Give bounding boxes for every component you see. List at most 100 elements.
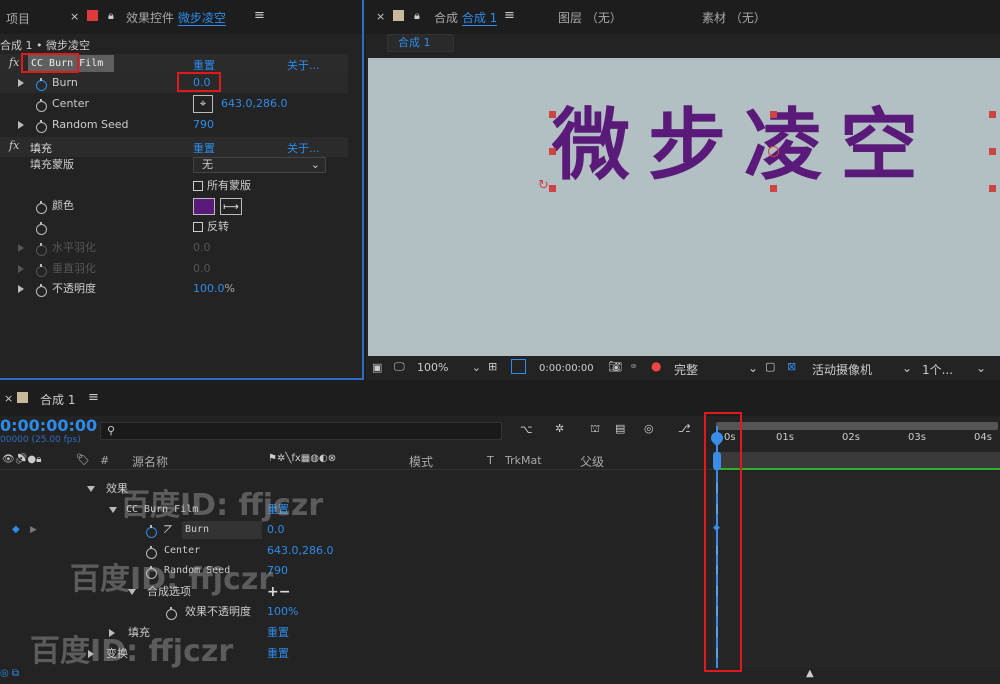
tab-layer[interactable]: 图层 （无） xyxy=(558,9,622,26)
eyedropper-icon[interactable]: ⟼ xyxy=(220,198,242,215)
stopwatch-icon[interactable] xyxy=(36,99,47,112)
expand-triangle[interactable] xyxy=(18,121,24,129)
transparency-grid-icon[interactable]: ⊠ xyxy=(787,360,796,373)
panel-menu-icon[interactable]: ≡ xyxy=(88,390,99,405)
show-snapshot-icon[interactable]: ⚭ xyxy=(629,360,638,373)
stopwatch-icon[interactable] xyxy=(36,201,47,214)
prop-value-center[interactable]: 643.0,286.0 xyxy=(221,94,287,114)
prop-value-opacity[interactable]: 100.0% xyxy=(193,279,235,299)
track-area[interactable] xyxy=(712,472,1000,668)
mask-toggle-icon[interactable] xyxy=(511,359,526,374)
stopwatch-icon[interactable] xyxy=(36,222,47,235)
bbox-handle[interactable] xyxy=(549,111,556,118)
expand-triangle[interactable] xyxy=(18,79,24,87)
about-link-1[interactable]: 关于... xyxy=(287,57,320,73)
timeline-search-input[interactable]: ⚲ xyxy=(100,422,502,440)
col-trkmat[interactable]: TrkMat xyxy=(505,454,542,467)
bbox-handle[interactable] xyxy=(549,148,556,155)
tab-composition[interactable]: 合成 合成 1 xyxy=(434,9,498,26)
color-swatch[interactable] xyxy=(193,198,215,215)
shy-layers-icon[interactable]: ⛫ xyxy=(590,422,600,437)
render-time-icon[interactable]: ◎ xyxy=(0,668,9,679)
tl-reset-transform[interactable]: 重置 xyxy=(267,644,289,664)
comp-subtab[interactable]: 合成 1 xyxy=(387,34,454,52)
bbox-handle[interactable] xyxy=(989,185,996,192)
time-ruler[interactable]: 0s 01s 02s 03s 04s xyxy=(712,418,1000,452)
prop-value-seed[interactable]: 790 xyxy=(193,115,214,135)
stopwatch-icon[interactable] xyxy=(36,78,47,91)
stopwatch-icon[interactable] xyxy=(36,120,47,133)
expand-triangle[interactable] xyxy=(87,486,95,492)
motion-blur-icon[interactable]: ◎ xyxy=(644,422,654,435)
viewer-timecode[interactable]: 0:00:00:00 xyxy=(539,363,594,374)
expand-triangle[interactable] xyxy=(18,244,24,252)
close-icon[interactable]: × xyxy=(4,392,13,405)
close-icon[interactable]: × xyxy=(70,10,79,23)
layer-duration-bar[interactable] xyxy=(714,452,1000,470)
tl-row-center[interactable]: Center 643.0,286.0 xyxy=(0,541,333,561)
color-channel-icon[interactable]: ● xyxy=(651,359,661,373)
all-masks-checkbox[interactable]: 所有蒙版 xyxy=(193,176,251,196)
expand-triangle[interactable] xyxy=(18,285,24,293)
bbox-handle[interactable] xyxy=(549,185,556,192)
tab-footage[interactable]: 素材 （无） xyxy=(702,9,766,26)
bbox-handle[interactable] xyxy=(989,148,996,155)
camera-dropdown[interactable]: 活动摄像机 ⌄ xyxy=(812,361,912,378)
work-area-bar[interactable] xyxy=(716,422,998,430)
bbox-handle[interactable] xyxy=(770,111,777,118)
tab-effect-controls[interactable]: 效果控件 微步凌空 xyxy=(126,9,226,26)
tl-value-center[interactable]: 643.0,286.0 xyxy=(267,541,333,561)
reset-link-1[interactable]: 重置 xyxy=(193,57,215,73)
comp-mini-flowchart-icon[interactable]: ⌥ xyxy=(520,423,533,436)
region-of-interest-icon[interactable]: ▢ xyxy=(765,360,775,373)
expand-triangle[interactable] xyxy=(109,507,117,513)
lock-icon[interactable]: 🔒︎ xyxy=(108,9,114,23)
tab-project[interactable]: 项目 xyxy=(6,10,30,27)
expand-triangle[interactable] xyxy=(18,265,24,273)
views-dropdown[interactable]: 1个... ⌄ xyxy=(922,361,986,378)
bbox-handle[interactable] xyxy=(770,185,777,192)
anchor-point-icon[interactable] xyxy=(768,146,779,157)
about-link-2[interactable]: 关于... xyxy=(287,140,320,156)
zoom-dropdown[interactable]: 100% ⌄ xyxy=(417,361,483,374)
stopwatch-icon[interactable] xyxy=(146,525,157,538)
tl-row-eff-opacity[interactable]: 效果不透明度 100% xyxy=(0,602,298,622)
timeline-timecode[interactable]: 0:00:00:00 xyxy=(0,416,97,435)
snapshot-region-icon[interactable]: ▣ xyxy=(372,361,382,374)
graph-editor-icon[interactable]: ⎇ xyxy=(678,422,691,435)
bbox-handle[interactable] xyxy=(989,111,996,118)
canvas-text-layer[interactable]: 微步凌空 xyxy=(552,98,936,194)
tab-timeline-comp[interactable]: 合成 1 xyxy=(40,391,75,408)
expand-panes-icon[interactable]: ⧉ xyxy=(12,668,19,679)
frame-blending-icon[interactable]: ▤ xyxy=(615,422,625,435)
stopwatch-icon[interactable] xyxy=(36,284,47,297)
zoom-slider-icon[interactable]: ▲ xyxy=(806,668,814,679)
reset-link-2[interactable]: 重置 xyxy=(193,140,215,156)
point-target-icon[interactable]: ⌖ xyxy=(193,95,213,113)
draft-3d-icon[interactable]: ✲ xyxy=(555,422,564,435)
camera-icon[interactable]: 📷︎ xyxy=(608,360,622,373)
close-icon[interactable]: × xyxy=(376,10,385,23)
fx-icon[interactable]: fx xyxy=(9,56,19,69)
lock-icon[interactable]: 🔒︎ xyxy=(414,9,420,23)
tl-reset-fill[interactable]: 重置 xyxy=(267,623,289,643)
resolution-dropdown[interactable]: 完整 ⌄ xyxy=(674,361,758,378)
keyframe-nav-icon[interactable]: ◆ xyxy=(12,520,20,540)
tl-value-eff-opacity[interactable]: 100% xyxy=(267,602,298,622)
invert-checkbox[interactable]: 反转 xyxy=(193,217,229,237)
keyframe-next-icon[interactable]: ▶ xyxy=(30,520,37,540)
panel-menu-icon[interactable]: ≡ xyxy=(254,8,265,23)
fx-icon[interactable]: fx xyxy=(9,139,19,152)
col-mode[interactable]: 模式 xyxy=(409,453,433,470)
fill-mask-dropdown[interactable]: 无 ⌄ xyxy=(193,157,326,173)
stopwatch-icon[interactable] xyxy=(166,607,177,620)
tl-row-seed[interactable]: Random Seed 790 xyxy=(0,561,288,581)
col-parent[interactable]: 父级 xyxy=(580,453,604,470)
comp-viewer-canvas[interactable]: 微步凌空 ↻ xyxy=(368,58,1000,356)
col-source-name[interactable]: 源名称 xyxy=(132,453,168,470)
resolution-value: 完整 xyxy=(674,363,699,377)
panel-menu-icon[interactable]: ≡ xyxy=(504,8,515,23)
effect-name-fill[interactable]: 填充 xyxy=(30,140,52,156)
grid-toggle-icon[interactable]: ⊞ xyxy=(488,360,497,373)
monitor-icon[interactable]: 🖵 xyxy=(394,360,405,374)
